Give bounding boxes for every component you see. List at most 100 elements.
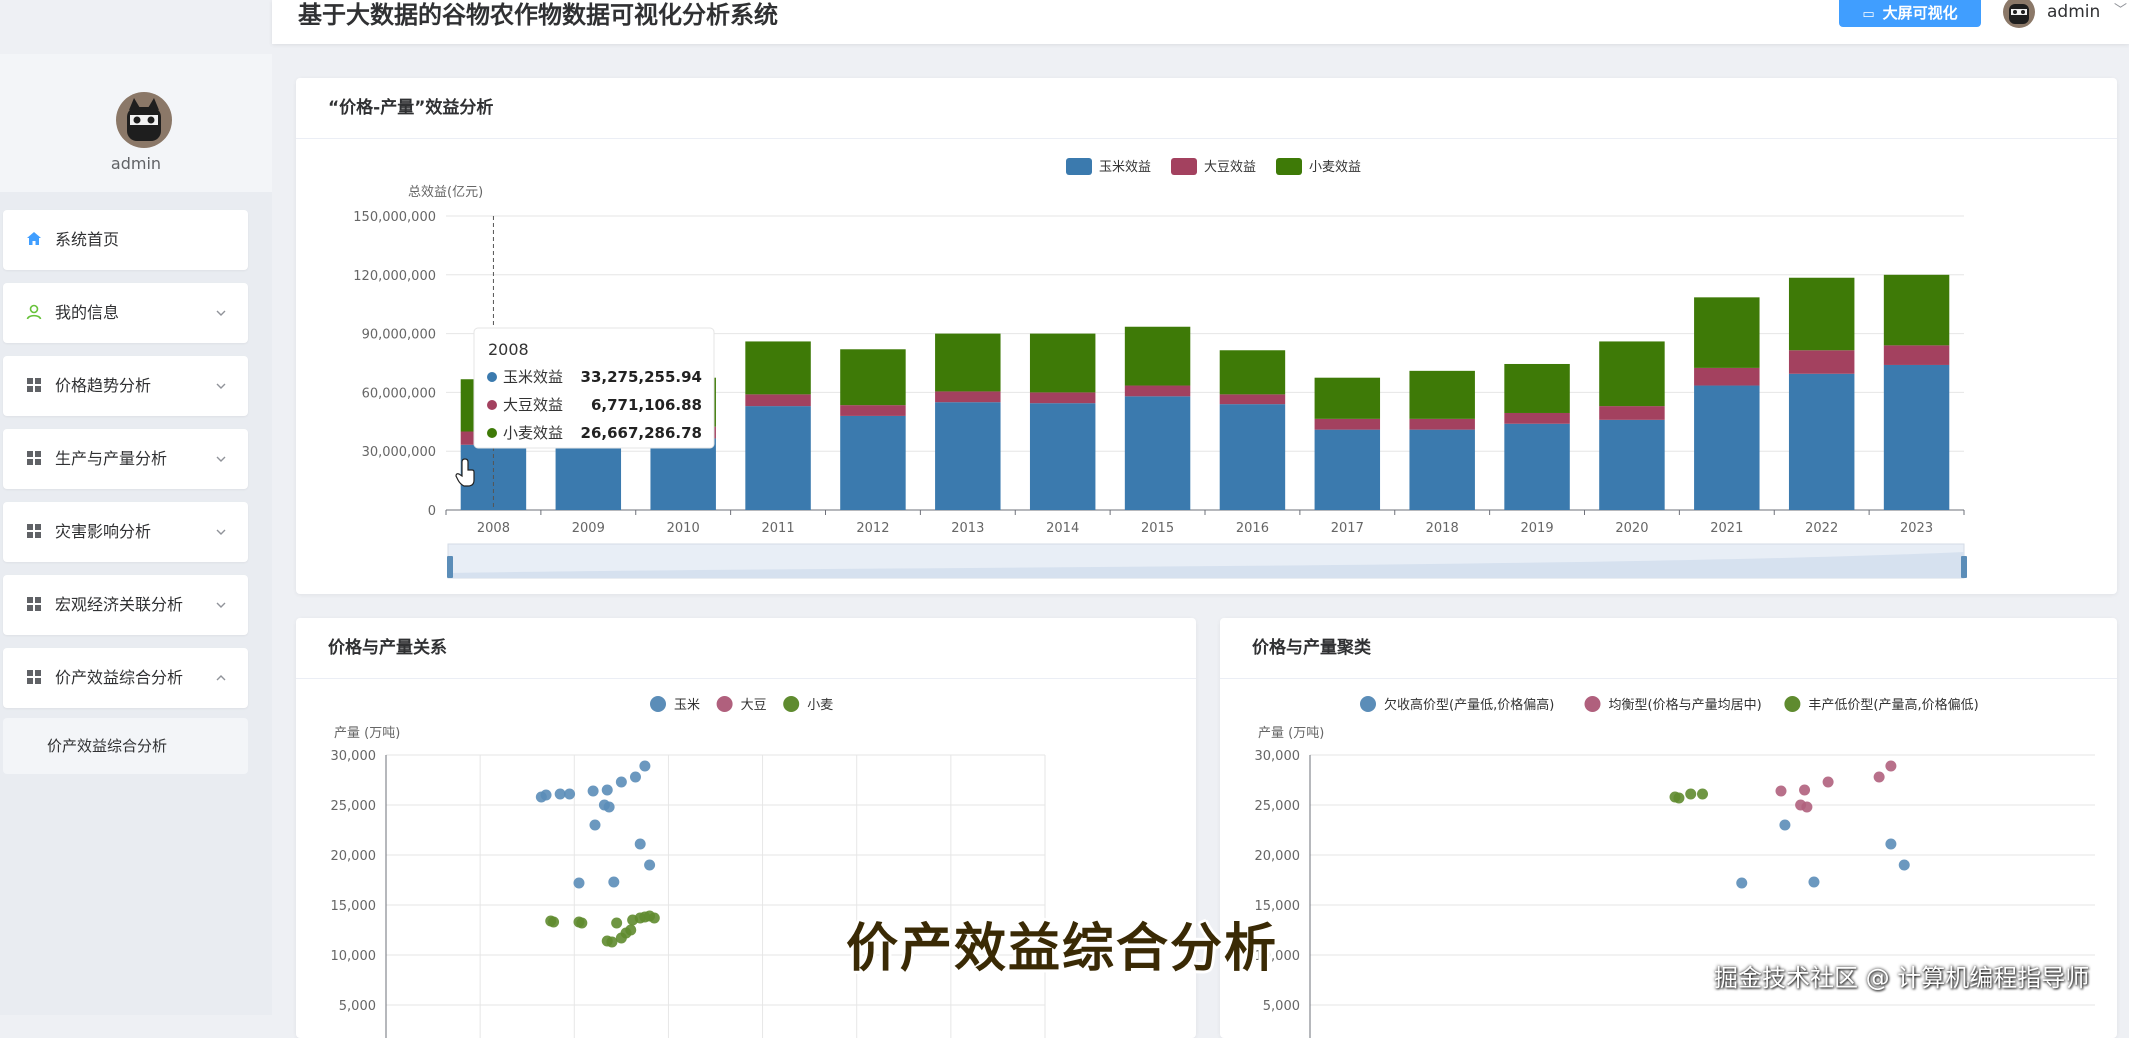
y-tick-label: 15,000 [331, 899, 377, 914]
scatter-point [1736, 877, 1748, 889]
y-tick-label: 120,000,000 [353, 269, 436, 284]
tooltip-series-name: 大豆效益 [503, 396, 563, 414]
scatter-point [576, 917, 588, 929]
scatter-point [634, 838, 646, 850]
top-username[interactable]: admin [2047, 0, 2100, 24]
y-tick-label: 150,000,000 [353, 210, 436, 225]
bar-segment [1504, 412, 1570, 424]
scatter-point [1885, 838, 1897, 850]
y-axis-label: 产量 (万吨) [334, 726, 400, 741]
legend-swatch [1066, 158, 1092, 175]
grid-icon [27, 378, 41, 392]
bar-segment [1314, 429, 1381, 510]
bar-segment [935, 391, 1001, 403]
sidebar-item-macro[interactable]: 宏观经济关联分析 [3, 575, 248, 635]
datazoom-handle-right [1961, 556, 1967, 578]
scatter-point [1898, 859, 1910, 871]
sidebar-item-disaster[interactable]: 灾害影响分析 [3, 502, 248, 562]
grid-icon [27, 597, 41, 611]
big-screen-label: 大屏可视化 [1882, 4, 1958, 22]
benefit-card: “价格-产量”效益分析 玉米效益 大豆效益 小麦效益 总效益(亿元) 0 30,000,0… [296, 78, 2117, 594]
sidebar-item-production[interactable]: 生产与产量分析 [3, 429, 248, 489]
sidebar-subitem-benefit-analysis[interactable]: 价产效益综合分析 [3, 718, 248, 774]
bar-segment [1409, 418, 1475, 430]
scatter-point [1685, 788, 1697, 800]
chevron-down-icon [216, 310, 226, 316]
bar-segment [1788, 350, 1855, 374]
bar-segment [840, 405, 906, 416]
datazoom-handle-left [447, 556, 453, 578]
scatter-point [644, 859, 656, 871]
chevron-down-icon[interactable]: ﹀ [2114, 0, 2127, 22]
legend-swatch [1276, 158, 1302, 175]
home-icon [27, 232, 41, 245]
avatar [116, 92, 172, 148]
scatter-point [548, 916, 560, 928]
scatter-point [1885, 760, 1897, 772]
chevron-down-icon [216, 383, 226, 389]
avatar[interactable] [2003, 0, 2035, 28]
stacked-bar-chart[interactable]: 玉米效益 大豆效益 小麦效益总效益(亿元)030,000,00060,000,000… [296, 78, 2117, 594]
tooltip-series-name: 玉米效益 [503, 368, 563, 386]
x-tick-label: 2014 [1046, 521, 1079, 536]
x-tick-label: 2016 [1236, 521, 1269, 536]
bar-segment [1883, 364, 1950, 510]
chart-tooltip: 2008 玉米效益 33,275,255.94 大豆效益 6,771,106.88 小麦效… [473, 327, 715, 449]
x-tick-label: 2015 [1141, 521, 1174, 536]
legend-label: 欠收高价型(产量低,价格偏高) [1384, 697, 1554, 713]
scatter-point [1697, 788, 1708, 800]
bar-segment [1029, 403, 1096, 510]
tooltip-value: 33,275,255.94 [581, 368, 702, 386]
grid-icon [27, 451, 41, 465]
x-tick-label: 2021 [1710, 521, 1743, 536]
big-screen-button[interactable]: ▭ 大屏可视化 [1839, 0, 1981, 27]
y-tick-label: 30,000 [331, 749, 377, 764]
sidebar-item-label: 价格趋势分析 [55, 376, 152, 395]
scatter-point [606, 936, 618, 948]
bar-segment [1029, 333, 1096, 393]
bar-segment [745, 394, 811, 407]
y-tick-label: 30,000,000 [362, 445, 436, 460]
tooltip-series-name: 小麦效益 [503, 424, 563, 442]
scatter-point [1873, 771, 1885, 783]
sidebar-item-home[interactable]: 系统首页 [3, 210, 248, 270]
sidebar: admin 系统首页 我的信息 价格趋势分析 生产与产量分析 灾害影响分析 宏观… [0, 54, 272, 1015]
x-tick-label: 2008 [477, 521, 510, 536]
sidebar-item-my-info[interactable]: 我的信息 [3, 283, 248, 343]
bar-segment [1599, 419, 1665, 510]
bar-segment [650, 438, 716, 510]
legend-label: 玉米 [674, 698, 700, 713]
legend-swatch [1171, 158, 1197, 175]
bar-segment [840, 349, 906, 406]
legend-label: 大豆效益 [1204, 160, 1256, 175]
sidebar-item-benefit[interactable]: 价产效益综合分析 [3, 648, 248, 708]
legend-marker [1784, 696, 1801, 712]
sidebar-item-price-trend[interactable]: 价格趋势分析 [3, 356, 248, 416]
x-tick-label: 2010 [667, 521, 700, 536]
scatter-point [589, 819, 601, 831]
scatter-point [587, 785, 599, 797]
x-tick-label: 2018 [1426, 521, 1459, 536]
bar-segment [1124, 396, 1191, 510]
scatter-point [1801, 801, 1813, 813]
bar-segment [745, 341, 811, 395]
tooltip-value: 26,667,286.78 [581, 424, 702, 442]
tooltip-marker [487, 372, 497, 382]
watermark: 掘金技术社区 @ 计算机编程指导师 [1714, 964, 2090, 992]
tooltip-title: 2008 [488, 340, 529, 359]
screen-icon: ▭ [1862, 7, 1875, 22]
chevron-down-icon [216, 529, 226, 535]
sidebar-item-label: 宏观经济关联分析 [55, 595, 184, 614]
bar-segment [935, 402, 1001, 510]
bar-segment [1883, 274, 1950, 346]
bar-segment [1409, 429, 1475, 510]
chevron-down-icon [216, 602, 226, 608]
y-axis-label: 总效益(亿元) [408, 185, 483, 200]
tooltip-marker [487, 400, 497, 410]
y-tick-label: 30,000 [1255, 749, 1301, 764]
scatter-point [629, 771, 641, 783]
bar-segment [1504, 363, 1570, 413]
y-tick-label: 20,000 [331, 849, 377, 864]
x-tick-label: 2019 [1521, 521, 1554, 536]
bar-segment [1694, 297, 1760, 368]
